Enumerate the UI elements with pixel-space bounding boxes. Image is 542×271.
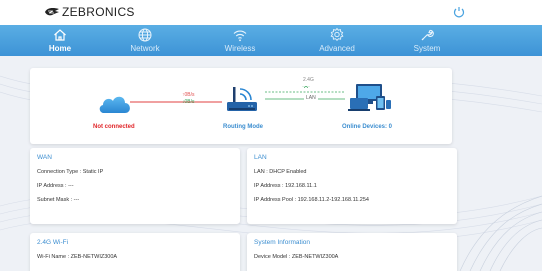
main-nav: Home Network Wireless Advanced System: [0, 25, 542, 56]
nav-item-advanced[interactable]: Advanced: [302, 25, 372, 56]
lan-ip-address: IP Address : 192.168.11.1: [254, 183, 317, 189]
wifi-card: 2.4G Wi-Fi Wi-Fi Name : ZEB-NETWIZ300A: [30, 233, 240, 271]
wan-subnet-mask: Subnet Mask : ---: [37, 197, 80, 203]
wifi-band-label: 2.4G: [303, 77, 314, 83]
cloud-icon: [99, 96, 130, 113]
nav-item-network[interactable]: Network: [110, 25, 180, 56]
brand-logo: ZEBRONICS: [44, 5, 135, 19]
home-icon: [54, 29, 66, 41]
lan-ip-pool: IP Address Pool : 192.168.11.2-192.168.1…: [254, 197, 369, 203]
online-devices-count[interactable]: Online Devices: 0: [342, 124, 392, 130]
lan-title: LAN: [254, 154, 267, 161]
lan-link-label: LAN: [304, 95, 318, 101]
system-info-title: System Information: [254, 239, 310, 246]
gear-icon: [330, 27, 344, 41]
wifi-title: 2.4G Wi-Fi: [37, 239, 69, 246]
wan-card: WAN Connection Type : Static IP IP Addre…: [30, 148, 240, 224]
wan-connection-type: Connection Type : Static IP: [37, 169, 104, 175]
brand-name: ZEBRONICS: [62, 5, 135, 19]
nav-label-network: Network: [130, 44, 160, 53]
internet-link-line: [130, 101, 222, 103]
nav-item-system[interactable]: System: [392, 25, 462, 56]
network-status-card: ↑0B/s ↓0B/s 2.4G LAN Not connected Routi…: [30, 68, 452, 144]
language-icon[interactable]: [452, 5, 466, 19]
nav-label-system: System: [413, 44, 441, 53]
wifi-name: Wi-Fi Name : ZEB-NETWIZ300A: [37, 254, 118, 260]
lan-card: LAN LAN : DHCP Enabled IP Address : 192.…: [247, 148, 457, 224]
download-speed: ↓0B/s: [182, 99, 195, 105]
nav-label-home: Home: [48, 44, 72, 53]
devices-icon: [348, 84, 391, 111]
wifi-icon: [233, 30, 247, 42]
router-icon: [227, 87, 257, 111]
wan-title: WAN: [37, 154, 52, 161]
wan-ip-address: IP Address : ---: [37, 183, 74, 189]
nav-label-wireless: Wireless: [224, 44, 256, 53]
zebronics-logo-icon: [45, 8, 59, 16]
upload-speed: ↑0B/s: [182, 92, 195, 98]
nav-label-advanced: Advanced: [319, 44, 355, 53]
wrench-icon: [421, 29, 434, 41]
nav-item-wireless[interactable]: Wireless: [205, 25, 275, 56]
lan-dhcp-status: LAN : DHCP Enabled: [254, 169, 307, 175]
globe-icon: [138, 28, 152, 42]
operation-mode[interactable]: Routing Mode: [223, 124, 263, 130]
device-model: Device Model : ZEB-NETWIZ300A: [254, 254, 339, 260]
top-header: ZEBRONICS: [0, 0, 542, 25]
nav-item-home[interactable]: Home: [25, 25, 95, 56]
internet-status: Not connected: [93, 124, 135, 130]
system-info-card: System Information Device Model : ZEB-NE…: [247, 233, 457, 271]
